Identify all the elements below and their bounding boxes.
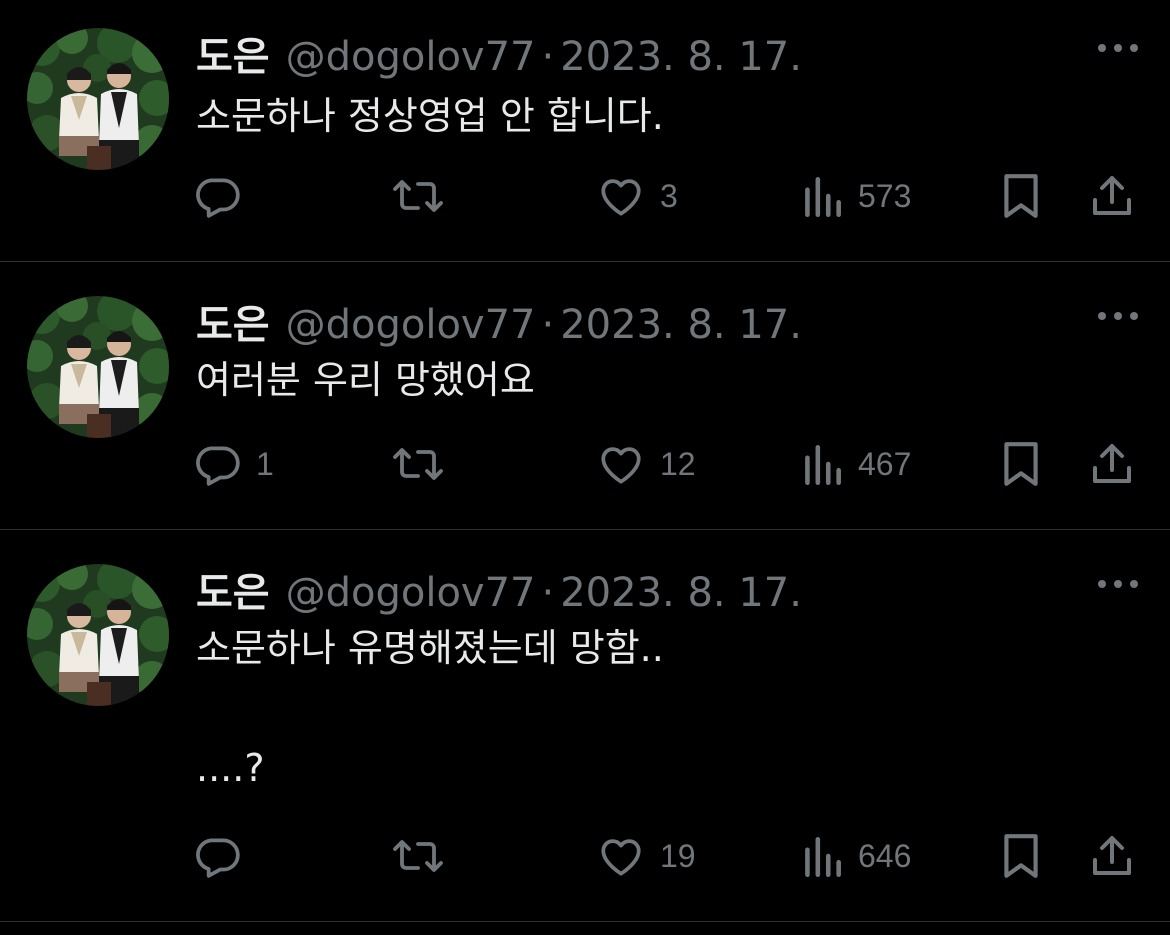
avatar[interactable] [27,564,169,706]
views-count: 646 [858,837,912,874]
separator: · [541,570,555,616]
share-button[interactable] [1088,168,1136,224]
user-handle[interactable]: @dogolov77 [286,570,536,616]
tweet-actions: 19 646 [0,828,1170,884]
share-button[interactable] [1088,436,1136,492]
views-icon [805,837,841,878]
retweet-button[interactable] [390,168,460,224]
like-count: 12 [660,445,696,482]
reply-icon [196,838,240,878]
like-count: 19 [660,837,696,874]
more-icon[interactable] [1096,576,1140,592]
reply-button[interactable] [192,168,256,224]
like-button[interactable]: 19 [596,828,696,884]
retweet-icon [393,840,443,872]
reply-button[interactable]: 1 [192,436,274,492]
tweet-date[interactable]: 2023. 8. 17. [560,34,802,80]
share-button[interactable] [1088,828,1136,884]
display-name[interactable]: 도은 [196,24,270,82]
share-icon [1093,444,1131,483]
like-count: 3 [660,177,678,214]
reply-button[interactable] [192,828,256,884]
retweet-button[interactable] [390,828,460,884]
tweet[interactable]: 도은 @dogolov77 · 2023. 8. 17. 여러분 우리 망했어요… [0,262,1170,530]
tweet-header: 도은 @dogolov77 · 2023. 8. 17. [196,24,802,80]
tweet-text: 여러분 우리 망했어요 [196,358,535,402]
avatar[interactable] [27,28,169,170]
bookmark-button[interactable] [1000,436,1042,492]
like-button[interactable]: 12 [596,436,696,492]
display-name[interactable]: 도은 [196,292,270,350]
tweet-text: 소문하나 유명해졌는데 망함.. ....? [196,626,664,790]
retweet-icon [393,448,443,480]
reply-icon [196,446,240,486]
tweet[interactable]: 도은 @dogolov77 · 2023. 8. 17. 소문하나 정상영업 안… [0,0,1170,262]
more-icon[interactable] [1096,308,1140,324]
bookmark-icon [1004,834,1038,878]
share-icon [1093,836,1131,875]
avatar[interactable] [27,296,169,438]
views-button[interactable]: 573 [800,168,911,224]
tweet-text: 소문하나 정상영업 안 합니다. [196,94,664,138]
separator: · [541,34,555,80]
bookmark-button[interactable] [1000,828,1042,884]
display-name[interactable]: 도은 [196,560,270,618]
reply-count: 1 [256,445,274,482]
bookmark-icon [1004,442,1038,486]
views-button[interactable]: 646 [800,828,911,884]
bookmark-button[interactable] [1000,168,1042,224]
views-count: 467 [858,445,912,482]
tweet-date[interactable]: 2023. 8. 17. [560,570,802,616]
views-count: 573 [858,177,912,214]
views-icon [805,177,841,218]
retweet-button[interactable] [390,436,460,492]
retweet-icon [393,180,443,212]
tweet-actions: 1 12 467 [0,436,1170,492]
user-handle[interactable]: @dogolov77 [286,34,536,80]
heart-icon [601,839,641,876]
views-icon [805,445,841,486]
tweet-actions: 3 573 [0,168,1170,224]
bookmark-icon [1004,174,1038,218]
tweet-header: 도은 @dogolov77 · 2023. 8. 17. [196,292,802,348]
tweet-date[interactable]: 2023. 8. 17. [560,302,802,348]
tweet-header: 도은 @dogolov77 · 2023. 8. 17. [196,560,802,616]
heart-icon [601,179,641,216]
like-button[interactable]: 3 [596,168,678,224]
separator: · [541,302,555,348]
share-icon [1093,176,1131,215]
more-icon[interactable] [1096,40,1140,56]
user-handle[interactable]: @dogolov77 [286,302,536,348]
heart-icon [601,447,641,484]
tweet[interactable]: 도은 @dogolov77 · 2023. 8. 17. 소문하나 유명해졌는데… [0,530,1170,922]
reply-icon [196,178,240,218]
views-button[interactable]: 467 [800,436,911,492]
